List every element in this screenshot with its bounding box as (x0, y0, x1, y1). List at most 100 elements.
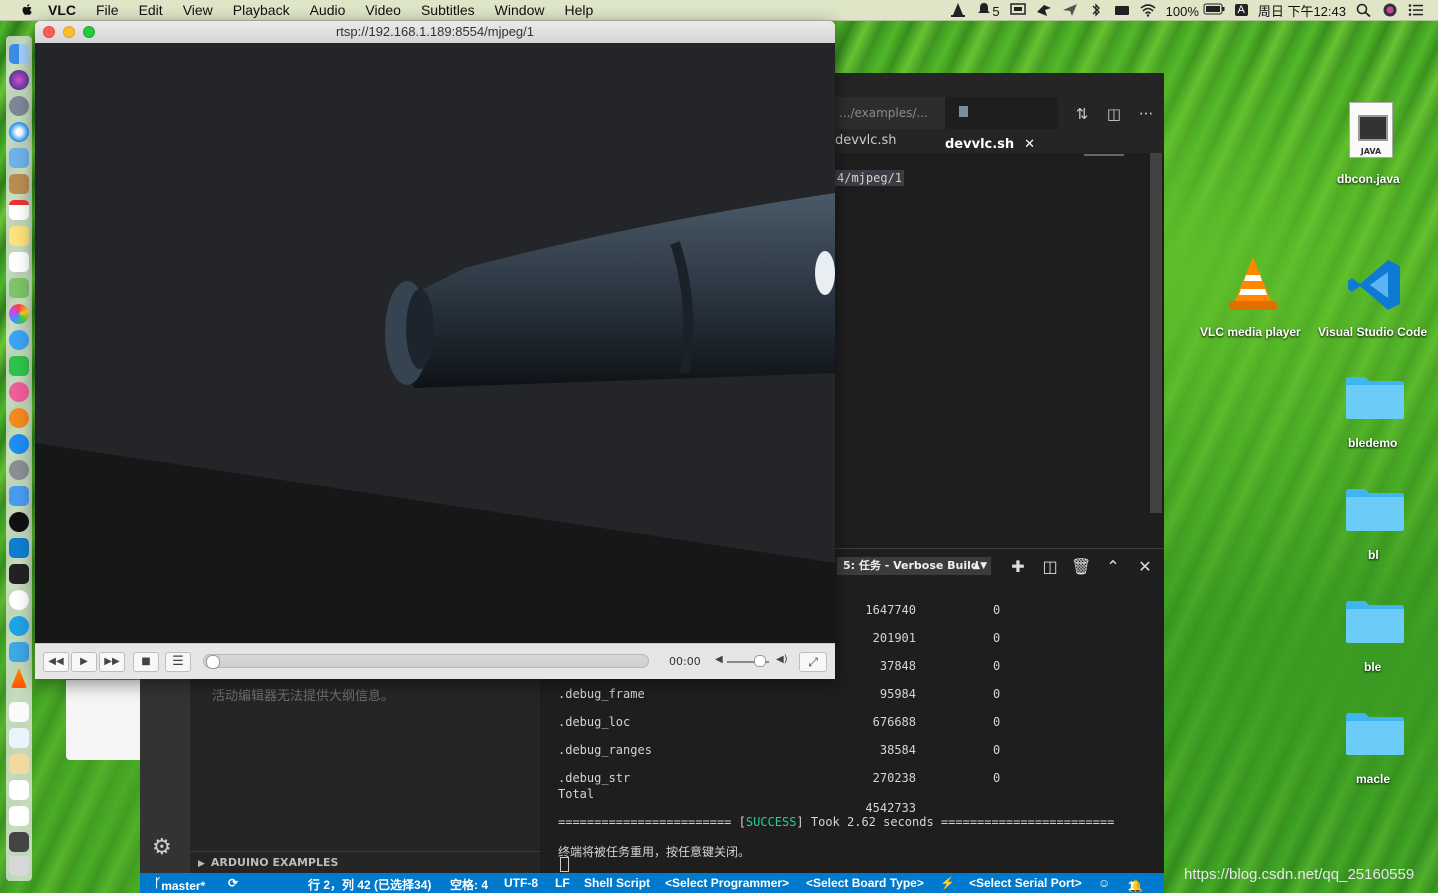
volume-handle[interactable] (753, 655, 766, 667)
notification-center-icon[interactable] (1408, 3, 1424, 17)
image-icon[interactable] (9, 754, 29, 774)
file-icon-2[interactable] (9, 806, 29, 826)
rewind-button[interactable]: ◀◀ (43, 652, 69, 672)
split-editor-icon[interactable]: ◫ (1105, 105, 1123, 123)
qq-icon[interactable] (9, 512, 29, 532)
trash-terminal-icon[interactable]: 🗑 (1071, 557, 1091, 577)
tab-examples[interactable]: .../examples/... (835, 97, 949, 129)
menu-help[interactable]: Help (564, 2, 593, 18)
menu-app-name[interactable]: VLC (48, 2, 76, 18)
siri-icon[interactable] (1382, 3, 1398, 17)
vlc-titlebar[interactable]: rtsp://192.168.1.189:8554/mjpeg/1 (35, 21, 835, 44)
tab-devvlc[interactable]: devvlc.sh ✕ (945, 97, 1058, 152)
video-frame[interactable] (35, 43, 835, 643)
arduino-examples-section[interactable]: ▶ ARDUINO EXAMPLES (190, 851, 540, 874)
close-panel-icon[interactable]: ✕ (1135, 557, 1155, 577)
document-icon[interactable] (9, 702, 29, 722)
photos-icon[interactable] (9, 304, 29, 324)
sync-icon[interactable]: ⟳ (228, 876, 238, 890)
translate-icon[interactable] (9, 616, 29, 636)
xcode-icon[interactable] (9, 642, 29, 662)
system-preferences-icon[interactable] (9, 460, 29, 480)
file-icon[interactable] (9, 780, 29, 800)
notes-icon[interactable] (9, 226, 29, 246)
calendar-icon[interactable] (9, 200, 29, 220)
menu-playback[interactable]: Playback (233, 2, 290, 18)
encoding[interactable]: UTF-8 (504, 876, 538, 890)
vlc-cone-icon[interactable] (950, 3, 966, 17)
plug-icon[interactable]: ⚡ (940, 876, 955, 890)
settings-gear-icon[interactable]: ⚙ (152, 835, 172, 860)
volume-high-icon[interactable]: ◀) (776, 654, 788, 665)
open-changes-icon[interactable]: ⇅ (1073, 105, 1091, 123)
menu-audio[interactable]: Audio (310, 2, 346, 18)
reminders-icon[interactable] (9, 252, 29, 272)
line-ending[interactable]: LF (555, 876, 570, 890)
indent-spaces[interactable]: 空格: 4 (450, 876, 488, 893)
breadcrumb[interactable]: devvlc.sh (835, 133, 897, 148)
screenshot-icon[interactable] (9, 728, 29, 748)
menu-video[interactable]: Video (365, 2, 401, 18)
feedback-smiley-icon[interactable]: ☺ (1098, 876, 1110, 890)
spotlight-search-icon[interactable] (1356, 3, 1372, 17)
maps-icon[interactable] (9, 278, 29, 298)
finder-icon[interactable] (9, 44, 29, 64)
minimap[interactable] (1084, 154, 1124, 156)
vscode-dock-icon[interactable] (9, 538, 29, 558)
terminal-select[interactable]: 5: 任务 - Verbose Build ▲▼ (837, 557, 991, 575)
menu-window[interactable]: Window (495, 2, 545, 18)
input-method[interactable]: A (1234, 4, 1248, 16)
fullscreen-button[interactable]: ⤢ (799, 652, 827, 672)
seek-handle[interactable] (206, 655, 220, 669)
bluetooth-icon[interactable] (1088, 3, 1104, 17)
mail-icon[interactable] (9, 486, 29, 506)
send-icon[interactable] (1062, 3, 1078, 17)
wifi-icon[interactable] (1140, 3, 1156, 17)
terminal-icon[interactable] (9, 564, 29, 584)
editor-scrollbar[interactable] (1150, 153, 1162, 513)
app-store-icon[interactable] (9, 434, 29, 454)
select-programmer[interactable]: <Select Programmer> (665, 876, 789, 890)
messages-icon[interactable] (9, 330, 29, 350)
seek-bar[interactable] (203, 654, 649, 669)
siri-dock-icon[interactable] (9, 70, 29, 90)
vlc-dock-icon[interactable] (11, 668, 27, 688)
maximize-panel-icon[interactable]: ⌃ (1103, 557, 1123, 577)
menu-edit[interactable]: Edit (139, 2, 163, 18)
clock[interactable]: 周日 下午12:43 (1258, 1, 1346, 20)
screen-mirror-icon[interactable] (1009, 3, 1026, 17)
battery-status[interactable]: 100% (1166, 2, 1225, 19)
menu-view[interactable]: View (183, 2, 213, 18)
monitor-icon[interactable] (9, 832, 29, 852)
select-board[interactable]: <Select Board Type> (806, 876, 924, 890)
play-button[interactable]: ▶ (71, 652, 97, 672)
git-branch[interactable]: ᚴ master* (154, 876, 205, 893)
bird-icon[interactable] (1036, 3, 1052, 17)
fast-forward-button[interactable]: ▶▶ (99, 652, 125, 672)
menu-subtitles[interactable]: Subtitles (421, 2, 475, 18)
preview-icon[interactable] (9, 148, 29, 168)
itunes-icon[interactable] (9, 382, 29, 402)
notes-brown-icon[interactable] (9, 174, 29, 194)
menu-file[interactable]: File (96, 2, 119, 18)
volume-low-icon[interactable]: ◀ (715, 654, 723, 665)
baidu-icon[interactable] (9, 590, 29, 610)
more-actions-icon[interactable]: ··· (1137, 105, 1155, 123)
close-tab-icon[interactable]: ✕ (1024, 137, 1035, 152)
language-mode[interactable]: Shell Script (584, 876, 650, 890)
cursor-position[interactable]: 行 2，列 42 (已选择34) (308, 876, 431, 893)
code-selection[interactable]: 4/mjpeg/1 (835, 170, 905, 186)
apple-menu-icon[interactable] (18, 2, 36, 18)
books-icon[interactable] (9, 408, 29, 428)
notification-status[interactable]: 5 (976, 2, 1000, 19)
new-terminal-icon[interactable]: ✚ (1008, 557, 1028, 577)
wechat-icon[interactable] (9, 356, 29, 376)
select-serial-port[interactable]: <Select Serial Port> (969, 876, 1082, 890)
stop-button[interactable]: ■ (133, 652, 159, 672)
split-terminal-icon[interactable]: ◫ (1040, 557, 1060, 577)
keyboard-icon[interactable] (1114, 3, 1130, 17)
playlist-button[interactable]: ☰ (165, 652, 191, 672)
trash-icon[interactable] (9, 856, 29, 876)
launchpad-icon[interactable] (9, 96, 29, 116)
safari-icon[interactable] (9, 122, 29, 142)
